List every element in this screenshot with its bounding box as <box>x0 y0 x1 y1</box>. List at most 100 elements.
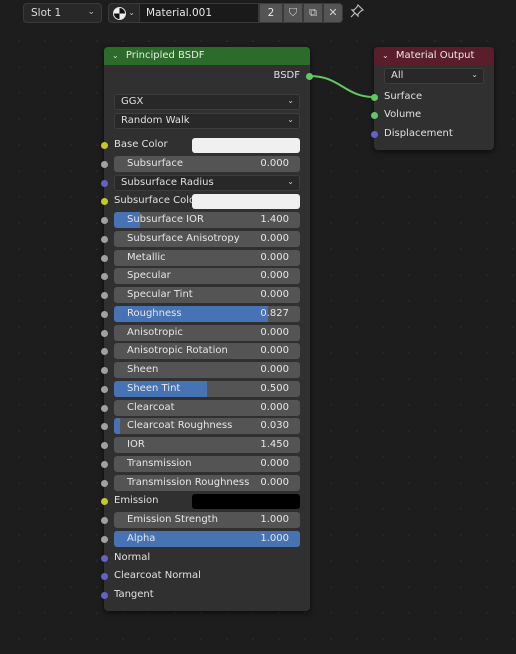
roughness-socket[interactable] <box>101 310 108 318</box>
slider-value: 1.400 <box>260 214 289 225</box>
input-row-sheen: Sheen 0.000 <box>101 361 310 379</box>
subsurface-color-color-swatch[interactable] <box>192 194 300 210</box>
bsdf-output-row: BSDF <box>104 67 313 85</box>
material-output-node[interactable]: ⌄ Material Output All ⌄ Surface Volume D… <box>371 47 494 150</box>
duplicate-icon: ⧉ <box>309 6 317 19</box>
specular-socket[interactable] <box>101 273 108 281</box>
clearcoat-socket[interactable] <box>101 404 108 412</box>
tangent-socket[interactable] <box>101 592 108 599</box>
subsurface-method-row: Random Walk ⌄ <box>104 112 310 130</box>
ior-slider[interactable]: IOR 1.450 <box>114 437 300 453</box>
material-name-field[interactable]: Material.001 <box>140 3 259 23</box>
transmission-slider[interactable]: Transmission 0.000 <box>114 455 300 472</box>
sheen-tint-slider[interactable]: Sheen Tint 0.500 <box>114 380 300 397</box>
collapse-chevron-icon[interactable]: ⌄ <box>382 51 389 60</box>
input-row-base-color: Base Color <box>101 136 310 154</box>
slider-label: Emission Strength <box>127 514 218 525</box>
subsurface-socket[interactable] <box>101 160 108 168</box>
input-label: Volume <box>384 109 422 120</box>
roughness-slider[interactable]: Roughness 0.827 <box>114 305 300 322</box>
anisotropic-slider[interactable]: Anisotropic 0.000 <box>114 324 300 341</box>
subsurface-ior-slider[interactable]: Subsurface IOR 1.400 <box>114 212 300 228</box>
sheen-tint-socket[interactable] <box>101 385 108 393</box>
chevron-down-icon: ⌄ <box>87 7 95 17</box>
unlink-material-button[interactable]: ✕ <box>323 3 343 23</box>
chevron-down-icon: ⌄ <box>128 8 135 17</box>
emission-color-swatch[interactable] <box>192 494 300 510</box>
emission-socket[interactable] <box>101 498 108 506</box>
material-slot-dropdown[interactable]: Slot 1 ⌄ <box>23 3 102 23</box>
chevron-down-icon: ⌄ <box>287 176 294 186</box>
subsurface-color-socket[interactable] <box>101 198 108 206</box>
slider-label: Clearcoat <box>127 401 175 413</box>
displacement-socket[interactable] <box>371 131 378 138</box>
slider-label: Transmission Roughness <box>127 476 250 488</box>
base-color-socket[interactable] <box>101 142 108 149</box>
target-value: All <box>391 70 404 81</box>
specular-tint-socket[interactable] <box>101 292 108 299</box>
slider-value: 0.000 <box>260 232 289 244</box>
subsurface-slider[interactable]: Subsurface 0.000 <box>114 155 300 172</box>
input-row-subsurface-ior: Subsurface IOR 1.400 <box>101 211 310 229</box>
alpha-slider[interactable]: Alpha 1.000 <box>114 530 300 547</box>
anisotropic-rotation-socket[interactable] <box>101 348 108 356</box>
input-row-specular-tint: Specular Tint 0.000 <box>101 286 310 304</box>
slider-label: Sheen <box>127 364 159 375</box>
transmission-roughness-slider[interactable]: Transmission Roughness 0.000 <box>114 474 300 491</box>
input-row-clearcoat: Clearcoat 0.000 <box>101 399 310 417</box>
slider-value: 0.000 <box>260 157 289 169</box>
duplicate-material-button[interactable]: ⧉ <box>303 3 323 23</box>
subsurface-radius-socket[interactable] <box>101 179 108 187</box>
anisotropic-socket[interactable] <box>101 329 108 337</box>
slider-value: 0.030 <box>260 420 289 432</box>
distribution-dropdown[interactable]: GGX ⌄ <box>114 94 300 110</box>
slider-label: Roughness <box>127 307 182 319</box>
subsurface-method-dropdown[interactable]: Random Walk ⌄ <box>114 113 300 129</box>
metallic-socket[interactable] <box>101 254 108 262</box>
clearcoat-normal-socket[interactable] <box>101 573 108 581</box>
material-output-header[interactable]: ⌄ Material Output <box>374 47 494 65</box>
fake-user-button[interactable]: ⛉ <box>283 3 303 23</box>
alpha-socket[interactable] <box>101 535 108 543</box>
anisotropic-rotation-slider[interactable]: Anisotropic Rotation 0.000 <box>114 343 300 360</box>
transmission-socket[interactable] <box>101 460 108 468</box>
clearcoat-roughness-slider[interactable]: Clearcoat Roughness 0.030 <box>114 418 300 435</box>
material-sphere-icon <box>113 7 126 20</box>
volume-socket[interactable] <box>371 112 378 119</box>
material-user-count[interactable]: 2 <box>259 3 283 23</box>
slider-value: 0.000 <box>260 401 289 413</box>
subsurface-anisotropy-socket[interactable] <box>101 235 108 243</box>
target-dropdown[interactable]: All ⌄ <box>384 68 484 84</box>
input-row-subsurface: Subsurface 0.000 <box>101 155 310 173</box>
slider-label: Transmission <box>127 457 192 469</box>
input-label: Clearcoat Normal <box>114 570 201 582</box>
chevron-down-icon: ⌄ <box>287 115 294 124</box>
metallic-slider[interactable]: Metallic 0.000 <box>114 249 300 266</box>
ior-socket[interactable] <box>101 442 108 449</box>
clearcoat-roughness-socket[interactable] <box>101 423 108 431</box>
input-row-subsurface-anisotropy: Subsurface Anisotropy 0.000 <box>101 230 310 248</box>
browse-material-button[interactable]: ⌄ <box>108 3 140 23</box>
sheen-slider[interactable]: Sheen 0.000 <box>114 362 300 378</box>
slider-value: 0.000 <box>260 345 289 357</box>
principled-bsdf-node[interactable]: ⌄ Principled BSDF BSDF GGX ⌄ Random Walk… <box>101 47 313 611</box>
clearcoat-slider[interactable]: Clearcoat 0.000 <box>114 399 300 416</box>
pin-button[interactable] <box>348 3 366 22</box>
slider-label: Subsurface IOR <box>127 214 204 225</box>
surface-socket[interactable] <box>371 94 378 101</box>
specular-tint-slider[interactable]: Specular Tint 0.000 <box>114 287 300 303</box>
sheen-socket[interactable] <box>101 367 108 374</box>
base-color-color-swatch[interactable] <box>192 138 300 153</box>
transmission-roughness-socket[interactable] <box>101 479 108 487</box>
emission-strength-socket[interactable] <box>101 517 108 524</box>
specular-slider[interactable]: Specular 0.000 <box>114 268 300 285</box>
subsurface-anisotropy-slider[interactable]: Subsurface Anisotropy 0.000 <box>114 230 300 247</box>
principled-bsdf-header[interactable]: ⌄ Principled BSDF <box>104 47 310 65</box>
input-row-anisotropic-rotation: Anisotropic Rotation 0.000 <box>101 342 310 360</box>
emission-strength-slider[interactable]: Emission Strength 1.000 <box>114 512 300 528</box>
subsurface-radius-dropdown[interactable]: Subsurface Radius ⌄ <box>114 174 300 191</box>
bsdf-output-socket[interactable] <box>306 73 313 80</box>
normal-socket[interactable] <box>101 554 108 562</box>
subsurface-ior-socket[interactable] <box>101 217 108 224</box>
collapse-chevron-icon[interactable]: ⌄ <box>112 51 119 60</box>
